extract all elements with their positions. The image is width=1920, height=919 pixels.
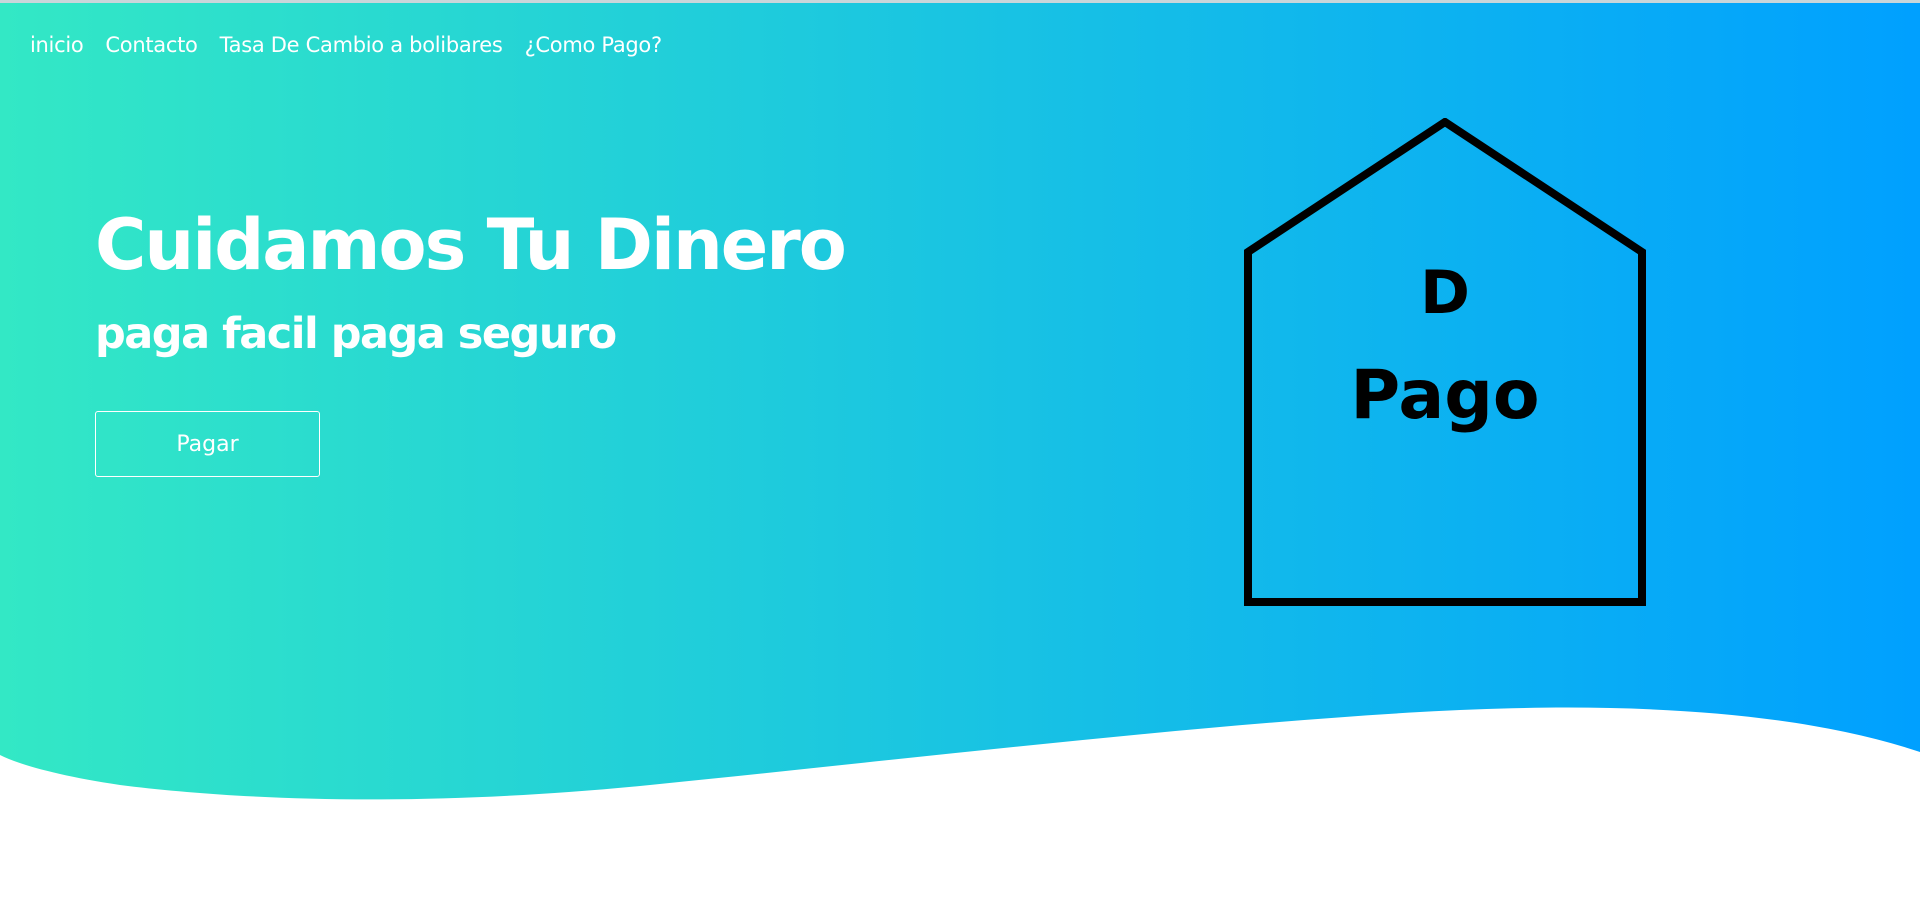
dpago-logo: D Pago (1244, 118, 1646, 606)
main-nav: inicio Contacto Tasa De Cambio a bolibar… (30, 33, 662, 57)
nav-item-inicio[interactable]: inicio (30, 33, 84, 57)
nav-item-como-pago[interactable]: ¿Como Pago? (525, 33, 663, 57)
hero-title: Cuidamos Tu Dinero (95, 204, 847, 286)
hero-subtitle: paga facil paga seguro (95, 309, 617, 359)
hero-section: inicio Contacto Tasa De Cambio a bolibar… (0, 0, 1920, 919)
nav-item-tasa-de-cambio[interactable]: Tasa De Cambio a bolibares (220, 33, 503, 57)
logo-word-pago: Pago (1350, 356, 1539, 435)
nav-item-contacto[interactable]: Contacto (105, 33, 197, 57)
logo-letter-d: D (1420, 258, 1470, 328)
top-border (0, 0, 1920, 3)
pagar-button[interactable]: Pagar (95, 411, 320, 477)
